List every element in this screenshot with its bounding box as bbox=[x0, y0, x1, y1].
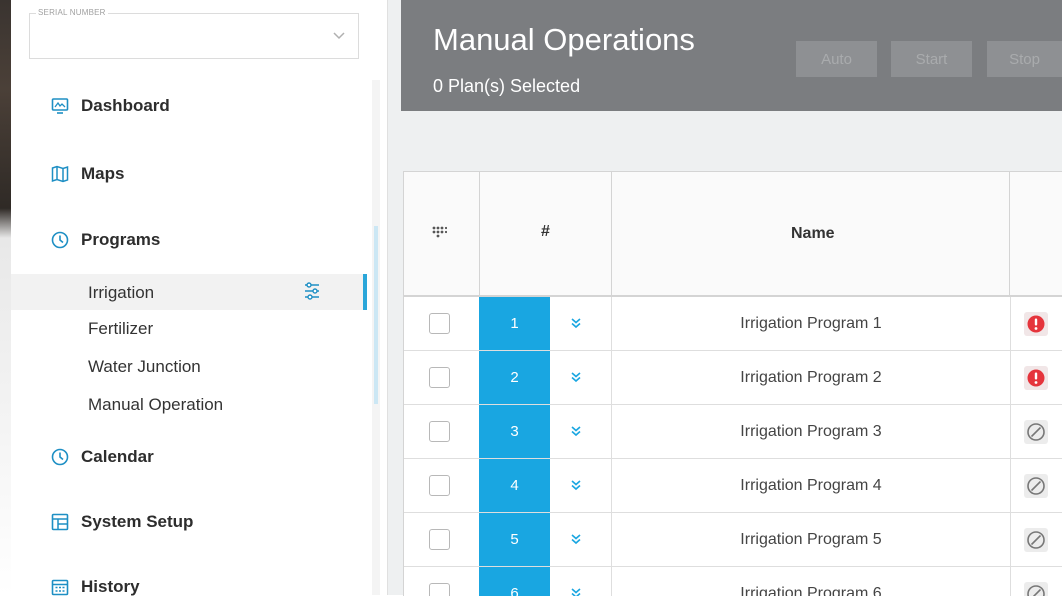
table-row[interactable]: 3 Irrigation Program 3 bbox=[404, 405, 1062, 459]
row-name: Irrigation Program 3 bbox=[611, 405, 1011, 458]
sidebar: SERIAL NUMBER Dashboard Maps Programs Ir… bbox=[11, 0, 388, 597]
stop-button[interactable]: Stop bbox=[987, 41, 1062, 77]
row-number: 2 bbox=[479, 351, 550, 404]
row-checkbox[interactable] bbox=[429, 475, 450, 496]
disabled-icon bbox=[1024, 474, 1048, 498]
row-name: Irrigation Program 5 bbox=[611, 513, 1011, 566]
sidebar-item-manual-operation-label: Manual Operation bbox=[88, 395, 224, 414]
double-chevron-down-icon[interactable] bbox=[570, 479, 582, 491]
nav-history[interactable]: History bbox=[51, 577, 140, 597]
row-number: 3 bbox=[479, 405, 550, 458]
column-divider bbox=[479, 172, 480, 295]
nav-maps-label: Maps bbox=[81, 164, 125, 183]
clock-icon bbox=[51, 448, 69, 466]
nav-system-setup-label: System Setup bbox=[81, 512, 194, 531]
column-divider bbox=[611, 172, 612, 295]
calendar-icon bbox=[51, 579, 69, 596]
row-checkbox[interactable] bbox=[429, 367, 450, 388]
nav-calendar-label: Calendar bbox=[81, 447, 154, 466]
layout-icon bbox=[51, 513, 69, 531]
disabled-icon bbox=[1024, 528, 1048, 552]
double-chevron-down-icon[interactable] bbox=[570, 533, 582, 545]
sidebar-item-fertilizer[interactable]: Fertilizer bbox=[88, 319, 153, 339]
double-chevron-down-icon[interactable] bbox=[570, 317, 582, 329]
serial-number-label: SERIAL NUMBER bbox=[36, 8, 108, 17]
nav-system-setup[interactable]: System Setup bbox=[51, 512, 193, 532]
column-header-number[interactable]: # bbox=[541, 223, 550, 241]
column-header-name[interactable]: Name bbox=[791, 225, 835, 243]
sidebar-item-water-junction-label: Water Junction bbox=[88, 357, 201, 376]
disabled-icon bbox=[1024, 420, 1048, 444]
sidebar-item-water-junction[interactable]: Water Junction bbox=[88, 357, 201, 377]
sidebar-item-irrigation[interactable]: Irrigation bbox=[88, 283, 154, 303]
row-checkbox[interactable] bbox=[429, 583, 450, 596]
row-number: 4 bbox=[479, 459, 550, 512]
nav-dashboard-label: Dashboard bbox=[81, 96, 170, 115]
chevron-down-icon bbox=[333, 32, 345, 40]
background-edge bbox=[0, 0, 11, 595]
row-number: 6 bbox=[479, 567, 550, 596]
map-icon bbox=[51, 165, 69, 183]
programs-table: # Name 1 Irrigation Program 1 2 Irrigati… bbox=[403, 171, 1062, 596]
double-chevron-down-icon[interactable] bbox=[570, 371, 582, 383]
nav-dashboard[interactable]: Dashboard bbox=[51, 96, 170, 116]
nav-programs-label: Programs bbox=[81, 230, 161, 249]
serial-number-select[interactable]: SERIAL NUMBER bbox=[29, 8, 359, 59]
clock-icon bbox=[51, 231, 69, 249]
table-row[interactable]: 4 Irrigation Program 4 bbox=[404, 459, 1062, 513]
disabled-icon bbox=[1024, 582, 1048, 596]
select-all-icon[interactable] bbox=[431, 225, 447, 241]
row-checkbox[interactable] bbox=[429, 421, 450, 442]
table-row[interactable]: 6 Irrigation Program 6 bbox=[404, 567, 1062, 596]
nav-programs[interactable]: Programs bbox=[51, 230, 160, 250]
sidebar-item-irrigation-label: Irrigation bbox=[88, 283, 155, 302]
main-content: Manual Operations 0 Plan(s) Selected Aut… bbox=[388, 0, 1062, 596]
table-row[interactable]: 5 Irrigation Program 5 bbox=[404, 513, 1062, 567]
table-header: # Name bbox=[404, 172, 1062, 297]
sidebar-item-fertilizer-label: Fertilizer bbox=[88, 319, 154, 338]
table-row[interactable]: 2 Irrigation Program 2 bbox=[404, 351, 1062, 405]
row-number: 5 bbox=[479, 513, 550, 566]
row-name: Irrigation Program 6 bbox=[611, 567, 1011, 596]
column-divider bbox=[1009, 172, 1010, 295]
error-icon bbox=[1024, 312, 1048, 336]
auto-button[interactable]: Auto bbox=[796, 41, 877, 77]
nav-calendar[interactable]: Calendar bbox=[51, 447, 154, 467]
nav-history-label: History bbox=[81, 577, 140, 596]
double-chevron-down-icon[interactable] bbox=[570, 425, 582, 437]
selection-count: 0 Plan(s) Selected bbox=[433, 76, 581, 96]
row-checkbox[interactable] bbox=[429, 313, 450, 334]
row-checkbox[interactable] bbox=[429, 529, 450, 550]
page-title: Manual Operations bbox=[433, 22, 695, 57]
nav-maps[interactable]: Maps bbox=[51, 164, 124, 184]
row-name: Irrigation Program 1 bbox=[611, 297, 1011, 350]
table-row[interactable]: 1 Irrigation Program 1 bbox=[404, 297, 1062, 351]
row-number: 1 bbox=[479, 297, 550, 350]
settings-sliders-icon[interactable] bbox=[304, 282, 320, 300]
active-item-indicator bbox=[363, 274, 367, 310]
start-button[interactable]: Start bbox=[891, 41, 972, 77]
row-name: Irrigation Program 2 bbox=[611, 351, 1011, 404]
error-icon bbox=[1024, 366, 1048, 390]
dashboard-icon bbox=[51, 98, 69, 114]
sidebar-scrollbar-thumb[interactable] bbox=[374, 226, 378, 404]
row-name: Irrigation Program 4 bbox=[611, 459, 1011, 512]
sidebar-item-manual-operation[interactable]: Manual Operation bbox=[88, 395, 223, 415]
page-header: Manual Operations 0 Plan(s) Selected Aut… bbox=[401, 0, 1062, 111]
